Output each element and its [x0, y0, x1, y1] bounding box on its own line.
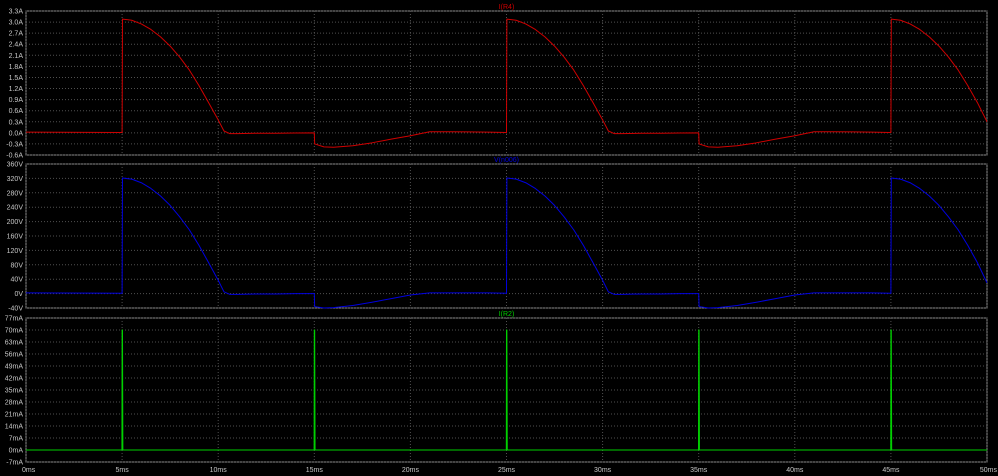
y-tick-label: 240V	[7, 205, 24, 212]
y-tick-label: 1.2A	[9, 86, 24, 93]
x-tick-label: 0ms	[22, 467, 36, 474]
y-tick-label: 1.8A	[9, 64, 24, 71]
y-tick-label: 49mA	[5, 364, 24, 371]
y-tick-label: 2.4A	[9, 42, 24, 49]
x-tick-label: 15ms	[306, 467, 324, 474]
panel-1[interactable]: 3.3A 3.0A 2.7A 2.4A 2.1A 1.8A 1.5A 1.2A 0.9A 0.6A…	[6, 4, 988, 160]
y-tick-label: 14mA	[5, 424, 24, 431]
x-tick-label: 25ms	[498, 467, 516, 474]
y-tick-label: 42mA	[5, 376, 24, 383]
y-tick-label: 0.0A	[9, 130, 24, 137]
y-tick-label: 77mA	[5, 316, 24, 323]
x-tick-label: 40ms	[786, 467, 804, 474]
panel-3[interactable]: 77mA 70mA 63mA 56mA 49mA 42mA 35mA 28mA 21mA 14mA…	[5, 311, 988, 467]
panel-title: V(n006)	[494, 157, 519, 164]
panel-2[interactable]: 360V 320V 280V 240V 200V 160V 120V 80V 40V 0V -40V…	[7, 157, 988, 313]
x-tick-label: 50ms	[980, 467, 998, 474]
y-tick-label: 360V	[7, 162, 24, 169]
y-tick-label: 0mA	[9, 448, 24, 455]
y-tick-label: 63mA	[5, 340, 24, 347]
y-tick-label: 35mA	[5, 388, 24, 395]
y-tick-label: 160V	[7, 234, 24, 241]
y-tick-label: 40V	[11, 277, 24, 284]
y-tick-label: 21mA	[5, 412, 24, 419]
y-tick-label: 1.5A	[9, 75, 24, 82]
x-tick-label: 5ms	[115, 467, 129, 474]
y-tick-label: 80V	[11, 262, 24, 269]
waveform-viewer[interactable]: 3.3A 3.0A 2.7A 2.4A 2.1A 1.8A 1.5A 1.2A 0.9A 0.6A…	[0, 0, 998, 476]
y-tick-label: 0V	[14, 291, 23, 298]
y-tick-label: 0.6A	[9, 108, 24, 115]
y-tick-label: -0.6A	[6, 153, 23, 160]
y-tick-label: 320V	[7, 176, 24, 183]
y-tick-label: 3.3A	[9, 9, 24, 16]
x-tick-label: 30ms	[594, 467, 612, 474]
y-tick-label: 2.1A	[9, 53, 24, 60]
y-tick-label: -7mA	[6, 460, 23, 467]
x-tick-label: 35ms	[690, 467, 708, 474]
x-axis: 0ms 5ms 10ms 15ms 20ms 25ms 30ms 35ms 40ms 45ms 50…	[22, 467, 997, 474]
y-tick-label: 0.9A	[9, 97, 24, 104]
panel-title: I(R4)	[499, 4, 515, 11]
y-tick-label: 70mA	[5, 328, 24, 335]
y-tick-label: 120V	[7, 248, 24, 255]
y-tick-label: 56mA	[5, 352, 24, 359]
y-tick-label: 200V	[7, 219, 24, 226]
series-line-V(n006)	[25, 177, 988, 309]
y-tick-label: 28mA	[5, 400, 24, 407]
y-tick-label: -0.3A	[6, 141, 23, 148]
x-tick-label: 10ms	[210, 467, 228, 474]
x-tick-label: 20ms	[402, 467, 420, 474]
y-tick-label: 2.7A	[9, 31, 24, 38]
y-tick-label: 0.3A	[9, 119, 24, 126]
series-line-I(R4)	[25, 18, 988, 148]
y-tick-label: 280V	[7, 190, 24, 197]
y-tick-label: 3.0A	[9, 20, 24, 27]
y-tick-label: -40V	[8, 306, 23, 313]
panel-title: I(R2)	[499, 311, 515, 318]
x-tick-label: 45ms	[882, 467, 900, 474]
y-tick-label: 7mA	[9, 436, 24, 443]
